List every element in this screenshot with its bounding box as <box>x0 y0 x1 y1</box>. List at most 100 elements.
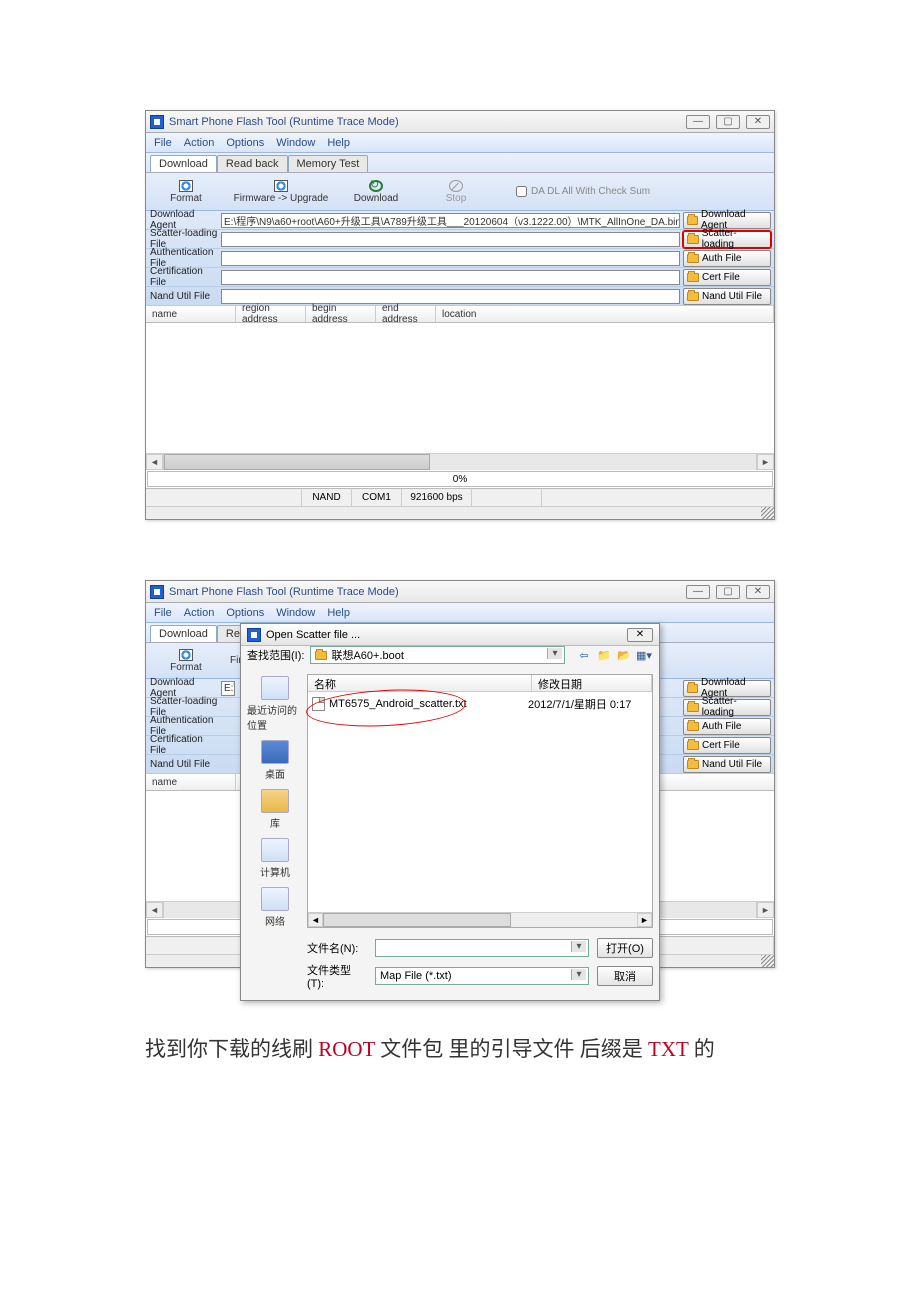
download-agent-input[interactable]: E:\程序\N9\a60+root\A60+升级工具\A789升级工具___20… <box>221 213 680 228</box>
checksum-checkbox[interactable]: DA DL All With Check Sum <box>516 186 650 197</box>
place-lib[interactable]: 库 <box>261 789 289 830</box>
open-file-dialog: Open Scatter file ... ✕ 查找范围(I): 联想A60+.… <box>240 623 660 1001</box>
look-in-combo[interactable]: 联想A60+.boot <box>310 646 565 664</box>
format-button[interactable]: Format <box>146 643 226 679</box>
th-name[interactable]: name <box>146 306 236 322</box>
table-body <box>146 323 774 453</box>
app-icon <box>150 585 164 599</box>
tab-readback[interactable]: Read back <box>217 155 288 172</box>
menu-help[interactable]: Help <box>327 137 350 149</box>
close-button[interactable]: ✕ <box>746 585 770 599</box>
maximize-button[interactable]: ▢ <box>716 585 740 599</box>
filetype-label: 文件类型(T): <box>307 962 367 990</box>
file-list-body[interactable]: MT6575_Android_scatter.txt 2012/7/1/星期日 … <box>308 692 652 912</box>
file-list: 名称 修改日期 MT6575_Android_scatter.txt 2012/… <box>307 674 653 928</box>
file-list-scrollbar[interactable]: ◄ ► <box>308 912 652 927</box>
resize-grip[interactable] <box>761 955 774 968</box>
minimize-button[interactable]: — <box>686 115 710 129</box>
download-button[interactable]: Download <box>336 174 416 210</box>
scroll-left-icon[interactable]: ◄ <box>308 913 323 927</box>
close-button[interactable]: ✕ <box>746 115 770 129</box>
menu-help[interactable]: Help <box>327 607 350 619</box>
scatter-input[interactable] <box>221 232 680 247</box>
nand-input[interactable] <box>221 289 680 304</box>
dialog-close-button[interactable]: ✕ <box>627 628 653 642</box>
scroll-right-icon[interactable]: ► <box>757 902 774 918</box>
stop-button[interactable]: Stop <box>416 174 496 210</box>
nand-button[interactable]: Nand Util File <box>683 288 771 305</box>
nand-label: Nand Util File <box>146 291 221 302</box>
place-desktop[interactable]: 桌面 <box>261 740 289 781</box>
menu-options[interactable]: Options <box>226 137 264 149</box>
main-window: Smart Phone Flash Tool (Runtime Trace Mo… <box>145 110 775 520</box>
scroll-left-icon[interactable]: ◄ <box>146 454 163 470</box>
menu-window[interactable]: Window <box>276 137 315 149</box>
th-begin[interactable]: begin address <box>306 306 376 322</box>
cert-label: Certification File <box>146 266 221 288</box>
scroll-left-icon[interactable]: ◄ <box>146 902 163 918</box>
scroll-right-icon[interactable]: ► <box>637 913 652 927</box>
cert-button[interactable]: Cert File <box>683 737 771 754</box>
menu-action[interactable]: Action <box>184 607 215 619</box>
tab-download[interactable]: Download <box>150 155 217 172</box>
view-icon[interactable]: ▦▾ <box>635 646 653 664</box>
menu-options[interactable]: Options <box>226 607 264 619</box>
place-network[interactable]: 网络 <box>261 887 289 928</box>
col-name[interactable]: 名称 <box>308 675 532 691</box>
th-name[interactable]: name <box>146 774 236 790</box>
place-recent[interactable]: 最近访问的位置 <box>247 676 303 732</box>
folder-icon <box>687 292 699 301</box>
scatter-button[interactable]: Scatter-loading <box>683 699 771 716</box>
back-icon[interactable]: ⇦ <box>575 646 593 664</box>
menu-action[interactable]: Action <box>184 137 215 149</box>
scroll-track[interactable] <box>323 913 637 927</box>
filetype-combo[interactable]: Map File (*.txt) <box>375 967 589 985</box>
cert-button[interactable]: Cert File <box>683 269 771 286</box>
open-button[interactable]: 打开(O) <box>597 938 653 958</box>
col-date[interactable]: 修改日期 <box>532 675 652 691</box>
scroll-thumb[interactable] <box>164 454 430 470</box>
folder-icon <box>687 273 699 282</box>
scroll-thumb[interactable] <box>323 913 511 927</box>
scatter-button[interactable]: Scatter-loading <box>683 231 771 248</box>
scroll-right-icon[interactable]: ► <box>757 454 774 470</box>
menu-window[interactable]: Window <box>276 607 315 619</box>
scroll-track[interactable] <box>163 454 757 470</box>
download-agent-button[interactable]: Download Agent <box>683 212 771 229</box>
h-scrollbar[interactable]: ◄ ► <box>146 453 774 470</box>
filename-combo[interactable] <box>375 939 589 957</box>
menu-file[interactable]: File <box>154 607 172 619</box>
th-region[interactable]: region address <box>236 306 306 322</box>
dialog-titlebar[interactable]: Open Scatter file ... ✕ <box>241 624 659 646</box>
library-icon <box>261 789 289 813</box>
download-agent-button[interactable]: Download Agent <box>683 680 771 697</box>
th-end[interactable]: end address <box>376 306 436 322</box>
upgrade-icon <box>274 180 288 192</box>
checksum-input[interactable] <box>516 186 527 197</box>
minimize-button[interactable]: — <box>686 585 710 599</box>
upgrade-button[interactable]: Firmware -> Upgrade <box>226 174 336 210</box>
nand-button[interactable]: Nand Util File <box>683 756 771 773</box>
status-com: COM1 <box>352 489 402 506</box>
titlebar[interactable]: Smart Phone Flash Tool (Runtime Trace Mo… <box>146 581 774 603</box>
titlebar[interactable]: Smart Phone Flash Tool (Runtime Trace Mo… <box>146 111 774 133</box>
auth-button[interactable]: Auth File <box>683 250 771 267</box>
auth-input[interactable] <box>221 251 680 266</box>
cert-input[interactable] <box>221 270 680 285</box>
status-bps: 921600 bps <box>402 489 472 506</box>
menu-file[interactable]: File <box>154 137 172 149</box>
up-icon[interactable]: 📁 <box>595 646 613 664</box>
place-computer[interactable]: 计算机 <box>260 838 290 879</box>
resize-grip[interactable] <box>761 507 774 520</box>
cancel-button[interactable]: 取消 <box>597 966 653 986</box>
dialog-bottom: 文件名(N): 打开(O) 文件类型(T): Map File (*.txt) … <box>241 934 659 1000</box>
maximize-button[interactable]: ▢ <box>716 115 740 129</box>
list-item[interactable]: MT6575_Android_scatter.txt 2012/7/1/星期日 … <box>312 696 648 712</box>
tab-memorytest[interactable]: Memory Test <box>288 155 369 172</box>
th-location[interactable]: location <box>436 306 774 322</box>
newfolder-icon[interactable]: 📂 <box>615 646 633 664</box>
auth-button[interactable]: Auth File <box>683 718 771 735</box>
tab-download[interactable]: Download <box>150 625 217 642</box>
format-button[interactable]: Format <box>146 174 226 210</box>
download-agent-input-clip[interactable]: E:\ <box>221 681 235 696</box>
